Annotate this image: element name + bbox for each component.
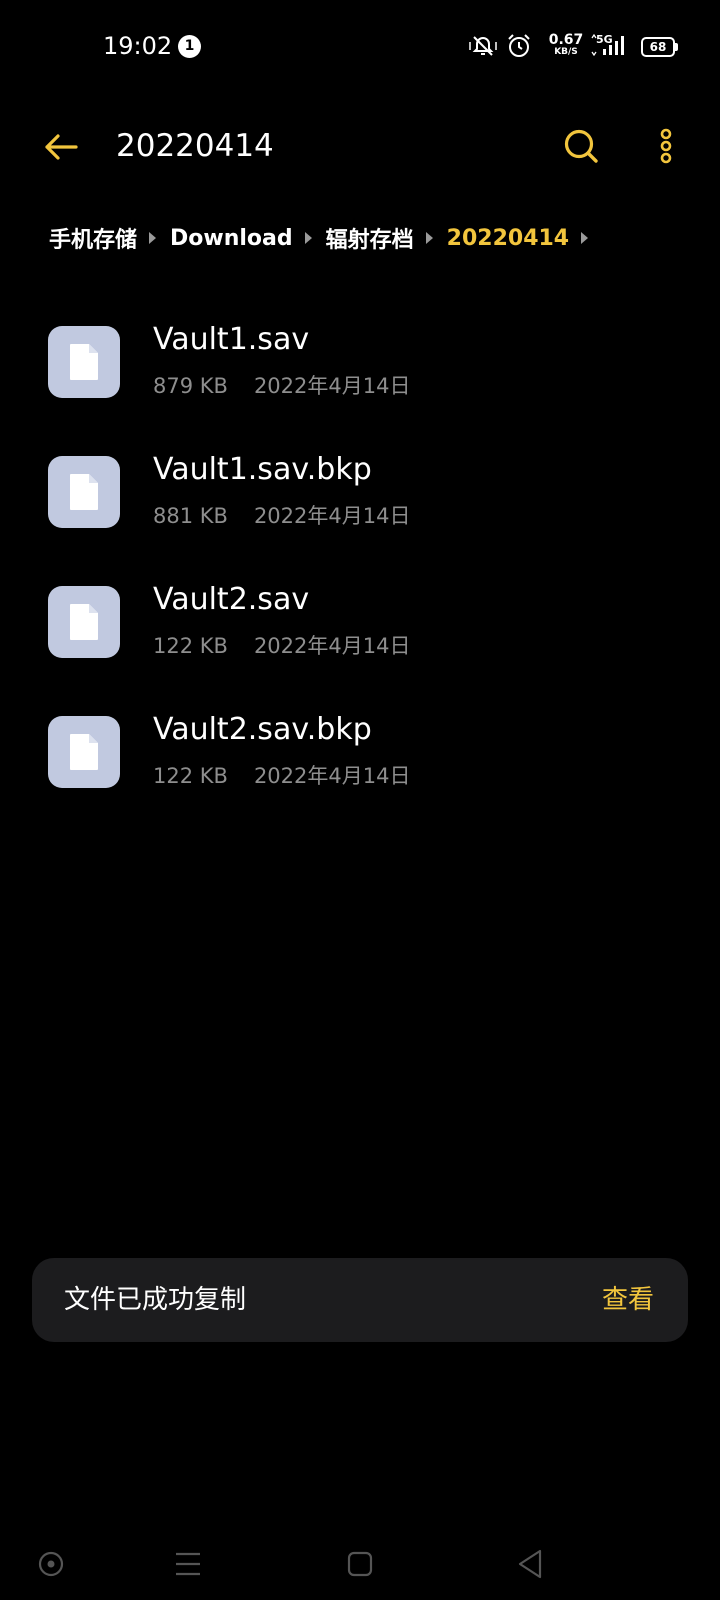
breadcrumb-item-phone-storage[interactable]: 手机存储 [49, 222, 137, 254]
chevron-right-icon [425, 232, 433, 244]
file-meta: 881 KB 2022年4月14日 [153, 502, 410, 530]
file-date: 2022年4月14日 [253, 634, 411, 658]
file-icon [48, 326, 120, 398]
file-item[interactable]: Vault2.sav 122 KB 2022年4月14日 [0, 580, 720, 690]
breadcrumb-item-current[interactable]: 20220414 [447, 226, 569, 251]
chevron-right-icon [581, 232, 589, 244]
file-name: Vault1.sav [153, 322, 310, 357]
snackbar-view-button[interactable]: 查看 [602, 1282, 654, 1318]
more-vertical-icon [660, 128, 672, 164]
notification-badge: 1 [178, 35, 201, 58]
search-button[interactable] [560, 124, 604, 168]
file-item[interactable]: Vault1.sav 879 KB 2022年4月14日 [0, 320, 720, 430]
file-date: 2022年4月14日 [253, 504, 411, 528]
file-date: 2022年4月14日 [253, 374, 411, 398]
file-name: Vault1.sav.bkp [153, 452, 372, 487]
breadcrumb-item-download[interactable]: Download [170, 226, 293, 251]
battery-tip [675, 43, 678, 51]
back-button[interactable] [40, 125, 84, 169]
battery-level: 68 [649, 40, 667, 54]
menu-icon [176, 1552, 200, 1576]
file-size: 881 KB [153, 504, 228, 528]
nav-home-button[interactable] [338, 1542, 382, 1586]
file-name: Vault2.sav.bkp [153, 712, 372, 747]
file-icon [48, 586, 120, 658]
record-icon [38, 1551, 64, 1577]
network-speed-unit: KB/S [554, 47, 578, 57]
search-icon [564, 129, 598, 163]
file-date: 2022年4月14日 [253, 764, 411, 788]
file-icon [48, 456, 120, 528]
back-triangle-icon [518, 1549, 542, 1579]
nav-record-button[interactable] [29, 1542, 73, 1586]
file-meta: 122 KB 2022年4月14日 [153, 632, 410, 660]
signal-icon [591, 34, 624, 56]
more-options-button[interactable] [650, 124, 682, 168]
chevron-right-icon [149, 232, 157, 244]
snackbar-message: 文件已成功复制 [64, 1285, 247, 1315]
breadcrumb: 手机存储 Download 辐射存档 20220414 [49, 220, 602, 256]
vibrate-mute-icon [469, 36, 497, 56]
page-title: 20220414 [116, 128, 274, 164]
nav-back-button[interactable] [508, 1542, 552, 1586]
nav-menu-button[interactable] [166, 1542, 210, 1586]
network-speed-value: 0.67 [548, 32, 584, 48]
file-size: 122 KB [153, 634, 228, 658]
alarm-icon [508, 34, 530, 57]
file-icon [48, 716, 120, 788]
file-item[interactable]: Vault1.sav.bkp 881 KB 2022年4月14日 [0, 450, 720, 560]
file-meta: 122 KB 2022年4月14日 [153, 762, 410, 790]
file-meta: 879 KB 2022年4月14日 [153, 372, 410, 400]
home-square-icon [347, 1551, 373, 1577]
file-size: 122 KB [153, 764, 228, 788]
file-name: Vault2.sav [153, 582, 310, 617]
arrow-left-icon [45, 134, 78, 160]
status-bar: 19:02 1 0.67 KB/S 5G 68 [0, 0, 720, 92]
status-time: 19:02 [103, 32, 173, 60]
copy-success-snackbar: 文件已成功复制 查看 [32, 1258, 688, 1342]
network-speed: 0.67 KB/S [548, 33, 584, 57]
battery-icon: 68 [641, 37, 675, 57]
file-size: 879 KB [153, 374, 228, 398]
breadcrumb-item-fallout-saves[interactable]: 辐射存档 [326, 222, 414, 254]
chevron-right-icon [304, 232, 312, 244]
navigation-bar [0, 1530, 720, 1600]
file-item[interactable]: Vault2.sav.bkp 122 KB 2022年4月14日 [0, 710, 720, 820]
